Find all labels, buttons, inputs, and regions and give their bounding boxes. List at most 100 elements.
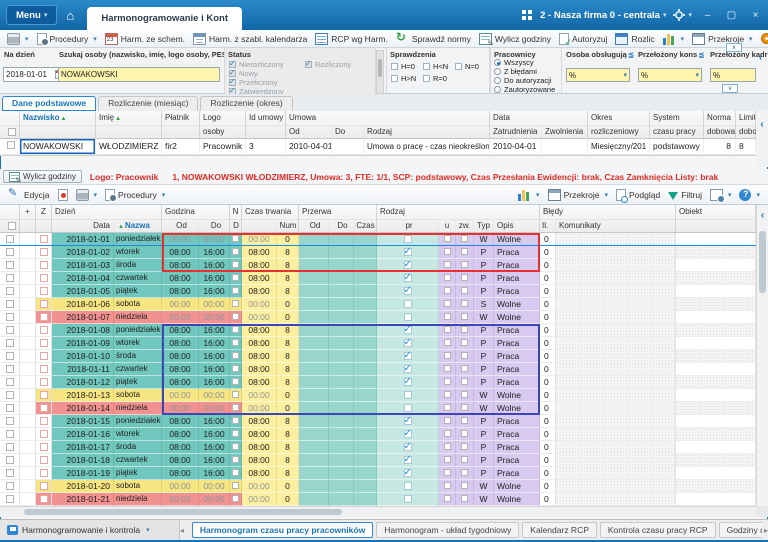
- checkbox-icon[interactable]: [232, 352, 239, 359]
- checkbox-icon[interactable]: [40, 326, 48, 334]
- nd-checkbox[interactable]: [230, 441, 242, 454]
- time-from-cell[interactable]: 08:00: [162, 441, 199, 454]
- column-header-limit[interactable]: Limitdobo: [736, 111, 756, 138]
- type-cell[interactable]: P: [474, 259, 494, 272]
- u-checkbox[interactable]: [439, 402, 456, 415]
- messages-cell[interactable]: [556, 259, 676, 272]
- date-cell[interactable]: 2018-01-01: [52, 233, 114, 246]
- radio-icon[interactable]: [494, 59, 501, 66]
- okres-rozliczeniowy-cell[interactable]: Miesięczny/201: [588, 139, 650, 154]
- checkbox-icon[interactable]: [232, 495, 239, 502]
- chevron-left-icon[interactable]: ‹: [759, 52, 762, 63]
- zw-checkbox[interactable]: [456, 363, 474, 376]
- schedule-row[interactable]: 2018-01-17środa08:0016:0008:008PPraca0: [0, 441, 756, 454]
- break-to-cell[interactable]: [329, 363, 354, 376]
- u-checkbox[interactable]: [439, 350, 456, 363]
- type-cell[interactable]: P: [474, 376, 494, 389]
- checkbox-icon[interactable]: [461, 365, 468, 372]
- object-cell[interactable]: [676, 428, 756, 441]
- dayname-cell[interactable]: czwartek: [114, 454, 162, 467]
- schedule-row[interactable]: 2018-01-18czwartek08:0016:0008:008PPraca…: [0, 454, 756, 467]
- break-time-cell[interactable]: [354, 350, 377, 363]
- date-cell[interactable]: 2018-01-11: [52, 363, 114, 376]
- duration-cell[interactable]: 08:00: [242, 454, 277, 467]
- time-from-cell[interactable]: 00:00: [162, 298, 199, 311]
- window-tab[interactable]: Harmonogramowanie i Kont: [87, 7, 242, 30]
- z-checkbox[interactable]: [36, 272, 52, 285]
- platnik-cell[interactable]: fir2: [162, 139, 200, 154]
- status-checkbox-item[interactable]: Nierozliczony: [229, 60, 284, 69]
- schedule-row[interactable]: 2018-01-21niedziela00:0000:0000:000WWoln…: [0, 493, 756, 506]
- break-time-cell[interactable]: [354, 428, 377, 441]
- checkbox-icon[interactable]: [40, 378, 48, 386]
- column-group-dzien[interactable]: DzieńData▲Nazwa: [52, 205, 162, 232]
- checkbox-icon[interactable]: [232, 443, 239, 450]
- break-time-cell[interactable]: [354, 402, 377, 415]
- checkbox-icon[interactable]: [6, 430, 14, 438]
- close-button[interactable]: ×: [747, 10, 764, 21]
- checkbox-icon[interactable]: [232, 248, 239, 255]
- checkbox-icon[interactable]: [232, 235, 239, 242]
- checkbox-icon[interactable]: [461, 378, 468, 385]
- messages-cell[interactable]: [556, 480, 676, 493]
- dayname-cell[interactable]: niedziela: [114, 402, 162, 415]
- pr-checkbox[interactable]: [377, 480, 439, 493]
- time-from-cell[interactable]: 08:00: [162, 272, 199, 285]
- error-count-cell[interactable]: 0: [540, 376, 556, 389]
- checkbox-icon[interactable]: [232, 430, 239, 437]
- checkbox-icon[interactable]: [461, 391, 468, 398]
- nd-checkbox[interactable]: [230, 324, 242, 337]
- column-header-obiekt[interactable]: Obiekt: [676, 205, 756, 232]
- date-cell[interactable]: 2018-01-16: [52, 428, 114, 441]
- time-from-cell[interactable]: 08:00: [162, 324, 199, 337]
- dayname-cell[interactable]: poniedziałek: [114, 324, 162, 337]
- break-to-cell[interactable]: [329, 376, 354, 389]
- time-from-cell[interactable]: 08:00: [162, 246, 199, 259]
- object-cell[interactable]: [676, 363, 756, 376]
- schedule-row[interactable]: 2018-01-10środa08:0016:0008:008PPraca0: [0, 350, 756, 363]
- row-select-checkbox[interactable]: [0, 272, 20, 285]
- plus-cell[interactable]: [20, 480, 36, 493]
- break-from-cell[interactable]: [299, 441, 329, 454]
- break-to-cell[interactable]: [329, 350, 354, 363]
- pr-check-icon[interactable]: [404, 352, 412, 360]
- column-group-rodzaj[interactable]: Rodzajpruzw.TypOpis: [377, 205, 540, 232]
- column-header-logo[interactable]: Logoosoby: [200, 111, 246, 138]
- imie-cell[interactable]: WŁODZIMIERZ: [96, 139, 162, 154]
- num-cell[interactable]: 8: [277, 454, 299, 467]
- dayname-cell[interactable]: wtorek: [114, 428, 162, 441]
- u-checkbox[interactable]: [439, 480, 456, 493]
- row-select-checkbox[interactable]: [0, 246, 20, 259]
- checkbox-icon[interactable]: [6, 404, 14, 412]
- edycja-button[interactable]: Edycja: [4, 187, 54, 203]
- break-from-cell[interactable]: [299, 493, 329, 506]
- duration-cell[interactable]: 08:00: [242, 246, 277, 259]
- condition-icon[interactable]: ≦: [698, 50, 704, 59]
- num-cell[interactable]: 8: [277, 376, 299, 389]
- checkbox-icon[interactable]: [305, 61, 312, 68]
- z-checkbox[interactable]: [36, 441, 52, 454]
- dayname-cell[interactable]: poniedziałek: [114, 233, 162, 246]
- desc-cell[interactable]: Praca: [494, 272, 540, 285]
- rodzaj-cell[interactable]: Umowa o pracę - czas nieokreślony: [364, 139, 490, 154]
- break-from-cell[interactable]: [299, 350, 329, 363]
- dayname-cell[interactable]: środa: [114, 441, 162, 454]
- pr-checkbox[interactable]: [377, 428, 439, 441]
- checkbox-icon[interactable]: [444, 430, 451, 437]
- schedule-row[interactable]: 2018-01-01poniedziałek00:0000:0000:000WW…: [0, 233, 756, 246]
- zw-checkbox[interactable]: [456, 428, 474, 441]
- checkbox-icon[interactable]: [40, 417, 48, 425]
- checkbox-icon[interactable]: [444, 339, 451, 346]
- plus-cell[interactable]: [20, 467, 36, 480]
- desc-cell[interactable]: Praca: [494, 350, 540, 363]
- num-cell[interactable]: 0: [277, 480, 299, 493]
- checkbox-icon[interactable]: [444, 235, 451, 242]
- messages-cell[interactable]: [556, 311, 676, 324]
- time-to-cell[interactable]: 16:00: [199, 415, 230, 428]
- schedule-row[interactable]: 2018-01-09wtorek08:0016:0008:008PPraca0: [0, 337, 756, 350]
- zw-checkbox[interactable]: [456, 389, 474, 402]
- object-cell[interactable]: [676, 402, 756, 415]
- break-to-cell[interactable]: [329, 246, 354, 259]
- checkbox-icon[interactable]: [6, 352, 14, 360]
- break-time-cell[interactable]: [354, 233, 377, 246]
